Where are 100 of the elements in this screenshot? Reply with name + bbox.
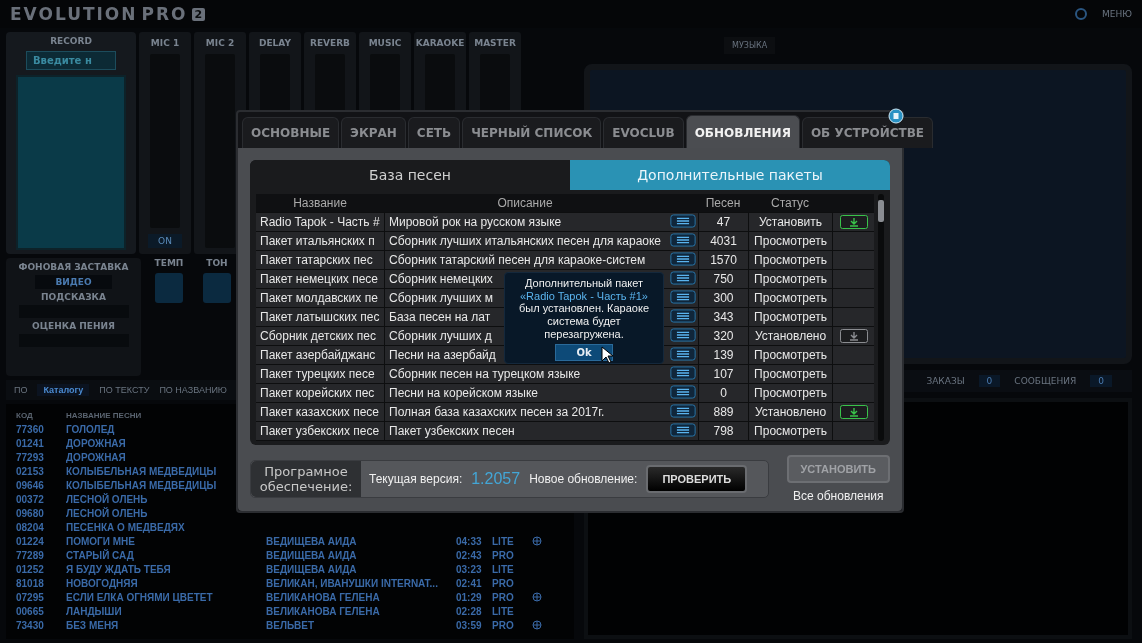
song-title: КОЛЫБЕЛЬНАЯ МЕДВЕДИЦЫ <box>66 465 218 477</box>
column-header: Песен <box>704 196 742 210</box>
song-edition: PRO <box>492 619 515 631</box>
column-header: Название <box>292 196 348 210</box>
package-name: Пакет корейских пес <box>259 386 376 400</box>
list-icon[interactable] <box>670 327 696 342</box>
list-icon[interactable] <box>670 346 696 361</box>
song-code: 09680 <box>16 507 45 519</box>
package-status[interactable]: Просмотреть <box>748 270 832 288</box>
song-title: Я БУДУ ЖДАТЬ ТЕБЯ <box>66 563 172 575</box>
song-edition: PRO <box>492 577 515 589</box>
orders-count: 0 <box>978 375 1001 387</box>
song-artist: ВЕЛИКАН, ИВАНУШКИ INTERNAT... <box>266 577 439 589</box>
package-status[interactable]: Просмотреть <box>748 289 832 307</box>
settings-tab[interactable]: ОСНОВНЫЕ <box>242 117 340 148</box>
list-icon[interactable] <box>670 251 696 266</box>
settings-tab[interactable]: ОБНОВЛЕНИЯ <box>685 115 800 148</box>
list-icon[interactable] <box>670 213 696 228</box>
song-title: ПОМОГИ МНЕ <box>66 535 136 547</box>
list-icon[interactable] <box>670 403 696 418</box>
cursor-icon <box>601 346 613 364</box>
hint-label: ПОДСКАЗКА <box>41 292 106 302</box>
package-name: Пакет азербайджанс <box>259 348 377 362</box>
song-duration: 02:43 <box>456 549 483 561</box>
song-count: 889 <box>698 403 748 421</box>
song-title: НОВОГОДНЯЯ <box>66 577 139 589</box>
software-label: Програмное обеспечение: <box>251 461 361 497</box>
package-status[interactable]: Установить <box>748 213 832 231</box>
song-count: 750 <box>698 270 748 288</box>
package-description: Пакет узбекских песен <box>384 422 666 440</box>
song-title: ЛАНДЫШИ <box>66 605 123 617</box>
package-name: Пакет татарских пес <box>259 253 374 267</box>
settings-tab[interactable]: ЧЕРНЫЙ СПИСОК <box>462 117 602 148</box>
section-tab[interactable]: Дополнительные пакеты <box>570 160 890 190</box>
download-button[interactable] <box>839 329 868 343</box>
package-status[interactable]: Просмотреть <box>748 232 832 250</box>
song-code: 07295 <box>16 591 45 603</box>
search-tab[interactable]: Каталогу <box>37 384 90 396</box>
package-description: Сборник татарский песен для караоке-систем <box>384 251 666 269</box>
song-code: 08204 <box>16 521 45 533</box>
song-code: 01252 <box>16 563 45 575</box>
list-icon[interactable] <box>670 422 696 437</box>
list-icon[interactable] <box>670 270 696 285</box>
video-button[interactable]: ВИДЕО <box>35 275 112 289</box>
song-code: 00372 <box>16 493 45 505</box>
song-title: СТАРЫЙ САД <box>66 549 135 561</box>
list-icon[interactable] <box>670 308 696 323</box>
package-name: Пакет узбекских песе <box>259 424 381 438</box>
package-name: Пакет турецких песе <box>259 367 376 381</box>
package-name: Пакет латышских пес <box>259 310 381 324</box>
settings-tab[interactable]: ОБ УСТРОЙСТВЕ <box>801 117 934 148</box>
record-name-field[interactable]: Введите н <box>26 51 116 70</box>
package-description: Мировой рок на русском языке <box>384 213 666 231</box>
download-button[interactable] <box>839 215 868 229</box>
app-logo-suffix: PRO <box>141 4 188 24</box>
song-code: 02153 <box>16 465 45 477</box>
package-status[interactable]: Просмотреть <box>748 251 832 269</box>
music-button[interactable]: МУЗЫКА <box>724 36 776 54</box>
package-name: Пакет молдавских пе <box>259 291 379 305</box>
package-description: Песни на корейском языке <box>384 384 666 402</box>
list-icon[interactable] <box>670 232 696 247</box>
package-description: Сборник лучших итальянских песен для караоке <box>384 232 666 250</box>
package-status[interactable]: Установлено <box>748 403 832 421</box>
package-status[interactable]: Просмотреть <box>748 346 832 364</box>
tone-label: ТОН <box>206 258 228 268</box>
song-count: 139 <box>698 346 748 364</box>
search-tab[interactable]: ПО <box>14 385 28 395</box>
package-name: Radio Tapok - Часть # <box>259 215 381 229</box>
search-tab[interactable]: ПО НАЗВАНИЮ <box>159 385 227 395</box>
song-duration: 01:29 <box>456 591 483 603</box>
settings-tab[interactable]: СЕТЬ <box>407 117 461 148</box>
channel-label: MIC 1 <box>150 38 180 48</box>
messages-count: 0 <box>1090 375 1112 387</box>
song-code: 77289 <box>16 549 45 561</box>
settings-tab[interactable]: EVOCLUB <box>603 117 684 148</box>
package-status[interactable]: Установлено <box>748 327 832 345</box>
list-icon[interactable] <box>670 365 696 380</box>
download-button[interactable] <box>839 405 868 419</box>
song-duration: 02:28 <box>456 605 483 617</box>
package-status[interactable]: Просмотреть <box>748 422 832 440</box>
check-button[interactable]: ПРОВЕРИТЬ <box>646 465 748 493</box>
song-code: 73430 <box>16 619 45 631</box>
song-code: 81018 <box>16 577 45 589</box>
song-edition: LITE <box>492 605 515 617</box>
menu-button[interactable]: МЕНЮ <box>1102 9 1132 19</box>
install-caption: Все обновления <box>793 489 884 503</box>
song-code: 00665 <box>16 605 45 617</box>
song-title: БЕЗ МЕНЯ <box>66 619 120 631</box>
song-artist: ВЕДИЩЕВА АИДА <box>266 563 358 575</box>
settings-tab[interactable]: ЭКРАН <box>341 117 406 148</box>
package-status[interactable]: Просмотреть <box>748 365 832 383</box>
on-button[interactable]: ON <box>148 234 182 248</box>
package-status[interactable]: Просмотреть <box>748 384 832 402</box>
scrollbar[interactable] <box>878 194 884 441</box>
channel-label: DELAY <box>259 38 291 48</box>
list-icon[interactable] <box>670 289 696 304</box>
song-artist: ВЕДИЩЕВА АИДА <box>266 549 358 561</box>
list-icon[interactable] <box>670 384 696 399</box>
package-status[interactable]: Просмотреть <box>748 308 832 326</box>
search-tab[interactable]: ПО ТЕКСТУ <box>99 385 150 395</box>
